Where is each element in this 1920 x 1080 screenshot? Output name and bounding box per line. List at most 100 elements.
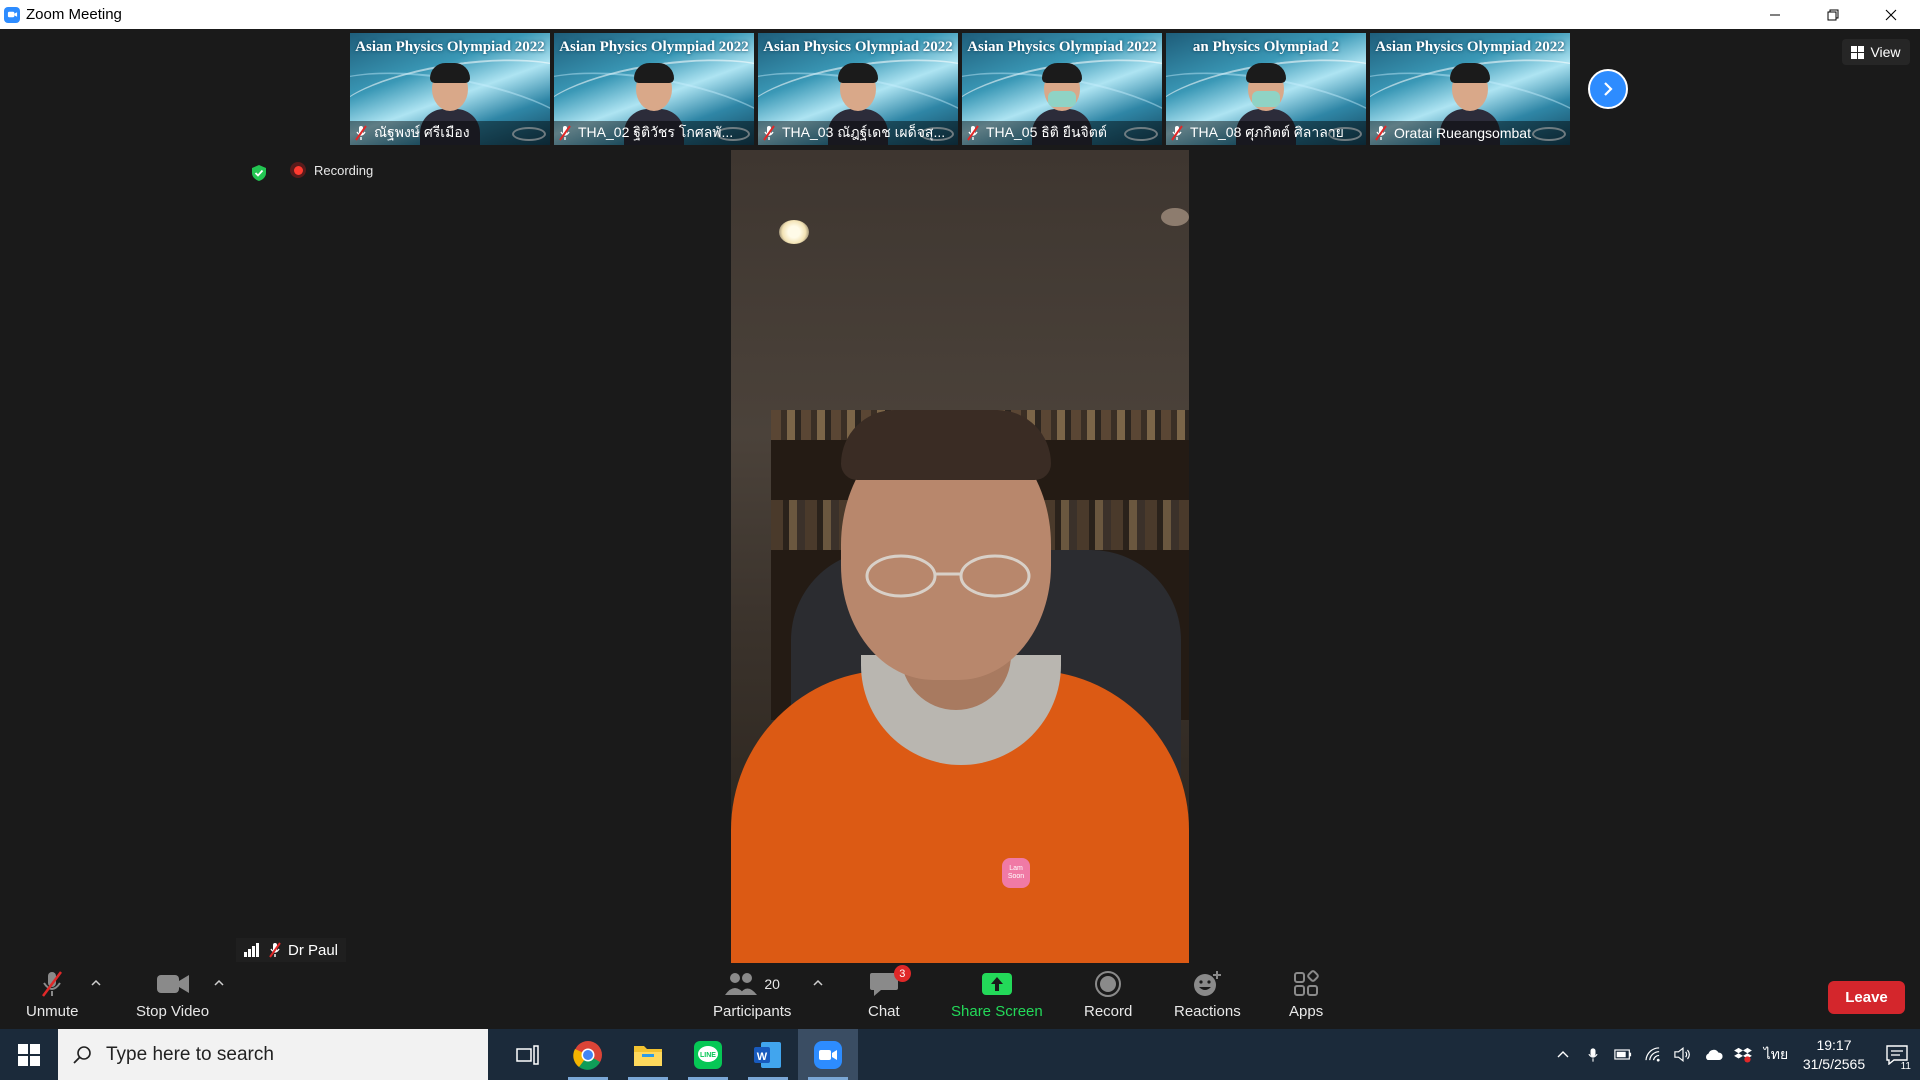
video-camera-icon [156,975,189,993]
taskbar-chrome[interactable] [558,1029,618,1080]
minimize-button[interactable] [1746,0,1804,29]
participant-name-bar: ณัฐพงษ์ ศรีเมือง [350,121,550,145]
battery-tray[interactable] [1608,1029,1638,1080]
restore-button[interactable] [1804,0,1862,29]
minimize-icon [1770,14,1780,15]
volume-tray[interactable] [1668,1029,1698,1080]
zoom-icon [814,1040,842,1069]
chat-label: Chat [868,1003,900,1020]
stop-video-button[interactable]: Stop Video [136,969,209,1020]
windows-taskbar: Type here to search LINE W ไทย 19:17 31/… [0,1029,1920,1080]
taskbar-search-box[interactable]: Type here to search [58,1029,488,1080]
start-button[interactable] [0,1029,58,1080]
participant-thumbnail[interactable]: an Physics Olympiad 2 THA_08 ศุภกิตต์ ศิล… [1166,33,1366,145]
leave-button[interactable]: Leave [1828,981,1905,1014]
taskbar-line[interactable]: LINE [678,1029,738,1080]
active-speaker-video[interactable]: Lam Soon [731,150,1189,963]
show-hidden-icons-button[interactable] [1548,1029,1578,1080]
muted-mic-icon [269,942,281,958]
participant-name: THA_03 ณัฎฐ์เดช เผด็จสุ... [782,124,946,140]
speaker-volume-icon [1674,1047,1690,1062]
view-label: View [1870,44,1901,60]
system-tray: ไทย 19:17 31/5/2565 11 [1548,1029,1920,1080]
participant-name: THA_02 ฐิติวัชร โกศลพั... [578,124,734,140]
wifi-tray[interactable] [1638,1029,1668,1080]
gallery-strip: Asian Physics Olympiad 2022 ณัฐพงษ์ ศรีเม… [350,33,1570,145]
meeting-area: Asian Physics Olympiad 2022 ณัฐพงษ์ ศรีเม… [0,29,1920,963]
svg-text:LINE: LINE [700,1052,716,1059]
participants-options-caret-icon[interactable] [812,977,824,989]
muted-mic-icon [355,125,367,141]
search-icon [73,1045,91,1064]
unmute-button[interactable]: Unmute [26,969,79,1020]
input-language[interactable]: ไทย [1758,1044,1794,1066]
speaker-hair [841,410,1051,480]
participant-name-bar: Oratai Rueangsombat [1370,121,1570,145]
chat-unread-badge: 3 [893,965,911,982]
participant-thumbnail[interactable]: Asian Physics Olympiad 2022 THA_02 ฐิติวั… [554,33,754,145]
zoom-app-icon [4,6,20,23]
recording-indicator[interactable]: Recording [290,162,373,178]
participant-name-bar: THA_02 ฐิติวัชร โกศลพั... [554,121,754,145]
microphone-tray[interactable] [1578,1029,1608,1080]
signal-strength-icon [244,943,259,957]
line-app-icon: LINE [694,1040,722,1069]
participants-count: 20 [764,976,780,992]
participant-name: ณัฐพงษ์ ศรีเมือง [374,124,470,140]
close-icon [1885,9,1897,20]
security-shield-icon[interactable] [250,164,268,182]
next-page-button[interactable] [1588,69,1628,109]
chevron-up-icon [1557,1050,1569,1057]
folder-icon [634,1045,662,1066]
record-label: Record [1084,1003,1133,1020]
speaker-name-tag: Dr Paul [236,938,347,962]
clock-time: 19:17 [1816,1036,1852,1053]
participant-name-bar: THA_05 ธิติ ยืนจิตต์ [962,121,1162,145]
record-button[interactable]: Record [1084,969,1132,1020]
reactions-label: Reactions [1174,1003,1241,1020]
apps-icon [1294,970,1319,996]
close-button[interactable] [1862,0,1920,29]
view-button[interactable]: View [1842,39,1910,65]
share-screen-label: Share Screen [951,1003,1043,1020]
search-placeholder: Type here to search [106,1043,274,1065]
muted-mic-icon [1171,125,1183,141]
speaker-glasses [865,554,1031,598]
taskbar-file-explorer[interactable] [618,1029,678,1080]
participant-name: THA_08 ศุภกิตต์ ศิลาลาย [1190,124,1344,140]
muted-mic-icon [42,971,63,997]
participants-button[interactable]: 20 Participants [713,969,791,1020]
share-screen-icon [981,973,1012,995]
reactions-button[interactable]: Reactions [1174,969,1241,1020]
participant-thumbnail[interactable]: Asian Physics Olympiad 2022 THA_05 ธิติ ย… [962,33,1162,145]
video-options-caret-icon[interactable] [213,977,225,989]
task-view-button[interactable] [498,1029,558,1080]
participant-thumbnail[interactable]: Asian Physics Olympiad 2022 ณัฐพงษ์ ศรีเม… [350,33,550,145]
share-screen-button[interactable]: Share Screen [951,969,1043,1020]
dropbox-icon [1734,1047,1752,1063]
chat-button[interactable]: 3 Chat [868,965,911,1020]
window-titlebar: Zoom Meeting [0,0,1920,29]
participants-icon [725,973,758,995]
taskbar-clock[interactable]: 19:17 31/5/2565 [1794,1036,1874,1074]
participant-thumbnail[interactable]: Asian Physics Olympiad 2022 Oratai Rueang… [1370,33,1570,145]
wall-light [1161,208,1189,226]
taskbar-word[interactable]: W [738,1029,798,1080]
muted-mic-icon [1375,125,1387,141]
chevron-right-icon [1604,82,1613,96]
dropbox-tray[interactable] [1728,1029,1758,1080]
chrome-icon [573,1040,602,1070]
notification-center-button[interactable]: 11 [1874,1029,1920,1080]
onedrive-tray[interactable] [1698,1029,1728,1080]
audio-options-caret-icon[interactable] [90,977,102,989]
record-icon [1095,971,1122,997]
clock-date: 31/5/2565 [1802,1055,1866,1072]
participant-name-bar: THA_08 ศุภกิตต์ ศิลาลาย [1166,121,1366,145]
microphone-icon [1588,1047,1598,1062]
ceiling-lamp [779,220,809,244]
apps-button[interactable]: Apps [1289,969,1323,1020]
cloud-icon [1706,1049,1723,1060]
taskbar-zoom[interactable] [798,1029,858,1080]
muted-mic-icon [967,125,979,141]
participant-thumbnail[interactable]: Asian Physics Olympiad 2022 THA_03 ณัฎฐ์เ… [758,33,958,145]
